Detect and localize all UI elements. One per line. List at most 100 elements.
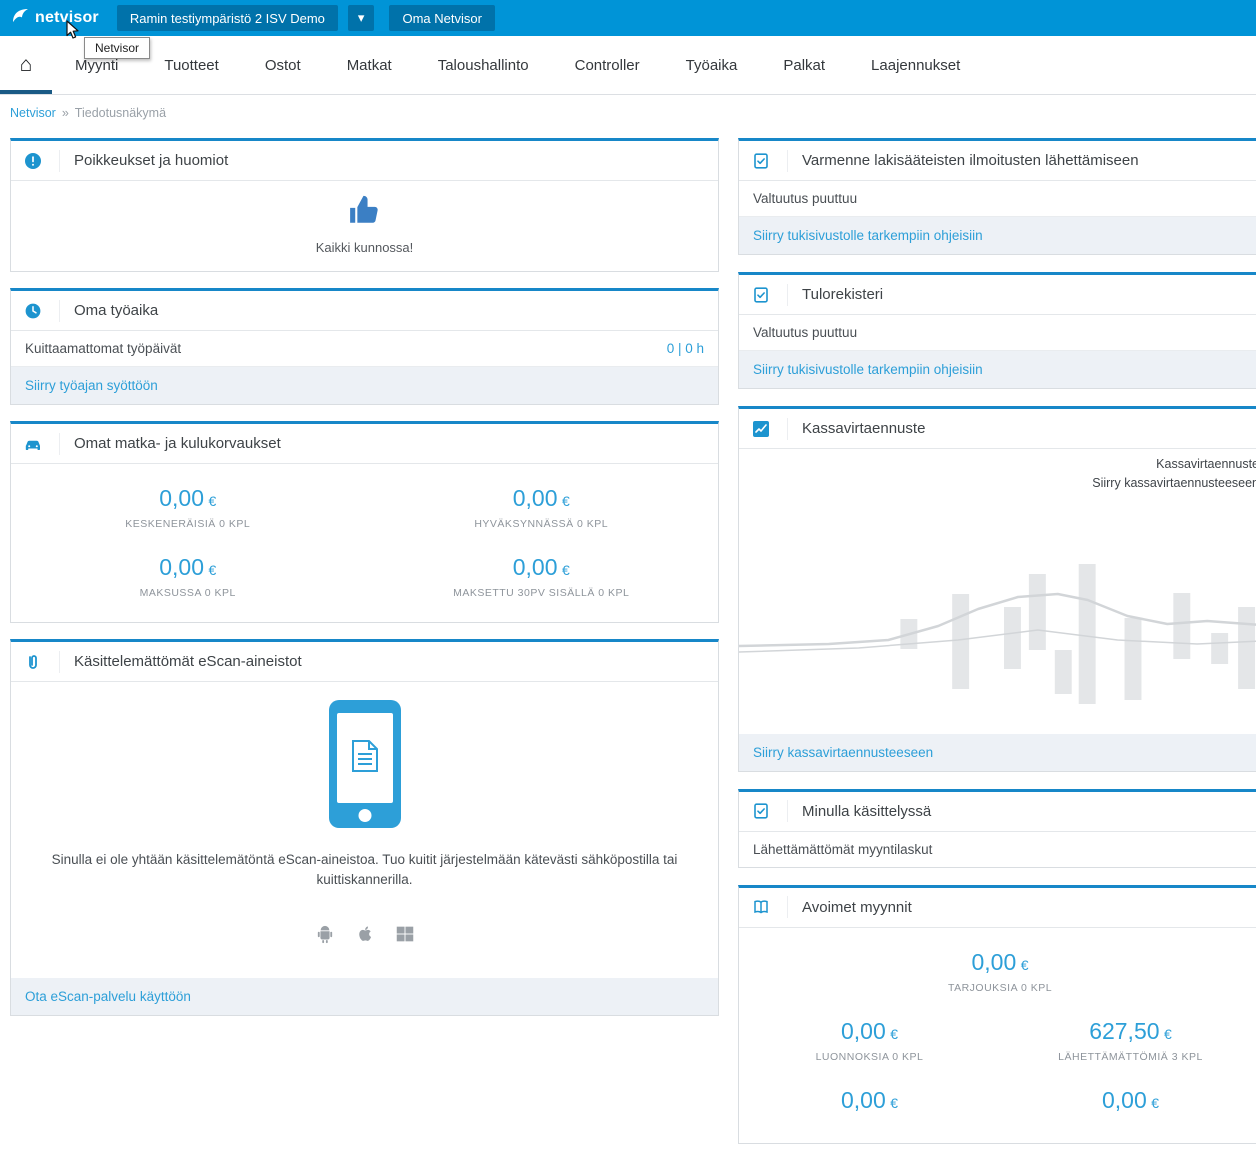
cashflow-chart-svg <box>739 563 1256 704</box>
clipboard-check-icon <box>752 800 788 823</box>
expenses-stats-grid: 0,00 € KESKENERÄISIÄ 0 KPL 0,00 € HYVÄKS… <box>11 464 718 622</box>
stat-value[interactable]: 0,00 <box>159 554 204 580</box>
phone-illustration <box>328 700 401 828</box>
tulorekisteri-status-row: Valtuutus puuttuu <box>739 315 1256 351</box>
phone-screen <box>336 713 393 803</box>
stat-unit: € <box>1151 1094 1159 1111</box>
right-column: Varmenne lakisääteisten ilmoitusten lähe… <box>738 138 1256 1161</box>
cashflow-link[interactable]: Siirry kassavirtaennusteeseen <box>753 745 933 760</box>
certificate-status-row: Valtuutus puuttuu <box>739 181 1256 217</box>
nav-item-laajennukset[interactable]: Laajennukset <box>848 36 983 94</box>
nav-item-taloushallinto[interactable]: Taloushallinto <box>415 36 552 94</box>
car-icon <box>24 432 60 455</box>
widget-certificate: Varmenne lakisääteisten ilmoitusten lähe… <box>738 138 1256 255</box>
stat-caption: LÄHETTÄMÄTTÖMIÄ 3 KPL <box>1058 1050 1203 1063</box>
tulorekisteri-support-link[interactable]: Siirry tukisivustolle tarkempiin ohjeisi… <box>753 362 983 377</box>
widget-escan-body: Sinulla ei ole yhtään käsittelemätöntä e… <box>11 700 718 950</box>
cashflow-legend: Kassavirtaennuste Siirry kassavirtaennus… <box>739 449 1256 494</box>
oma-netvisor-button[interactable]: Oma Netvisor <box>389 5 495 31</box>
tulorekisteri-status: Valtuutus puuttuu <box>753 325 858 340</box>
stat-value[interactable]: 0,00 <box>841 1087 886 1113</box>
nav-item-tyoaika[interactable]: Työaika <box>663 36 761 94</box>
environment-button[interactable]: Ramin testiympäristö 2 ISV Demo <box>116 5 338 31</box>
cashflow-legend-line1: Kassavirtaennuste <box>1156 457 1256 471</box>
windows-icon <box>394 923 416 950</box>
stat-value[interactable]: 0,00 <box>1102 1087 1147 1113</box>
paperclip-icon <box>24 650 60 673</box>
netvisor-logo[interactable]: netvisor <box>12 8 99 28</box>
widget-exceptions: Poikkeukset ja huomiot Kaikki kunnossa! <box>10 138 719 272</box>
nav-item-controller[interactable]: Controller <box>552 36 663 94</box>
widget-tulorekisteri-header: Tulorekisteri <box>739 275 1256 315</box>
widget-escan: Käsittelemättömät eScan-aineistot Sinull… <box>10 639 719 1016</box>
widget-expenses-header: Omat matka- ja kulukorvaukset <box>11 424 718 464</box>
breadcrumb-separator: » <box>61 106 69 120</box>
widget-title: Oma työaika <box>74 302 159 319</box>
escan-activate-link[interactable]: Ota eScan-palvelu käyttöön <box>25 989 191 1004</box>
cashflow-chart <box>739 494 1256 734</box>
widget-title: Käsittelemättömät eScan-aineistot <box>74 653 302 670</box>
stat-opensales-5: 0,00 € <box>1000 1074 1256 1131</box>
tulorekisteri-link-row: Siirry tukisivustolle tarkempiin ohjeisi… <box>739 351 1256 388</box>
widget-title: Kassavirtaennuste <box>802 420 926 437</box>
widget-exceptions-header: Poikkeukset ja huomiot <box>11 141 718 181</box>
stat-unit: € <box>208 493 217 509</box>
cashflow-legend-line2: Siirry kassavirtaennusteeseen <box>1092 476 1256 491</box>
stat-value[interactable]: 627,50 <box>1089 1018 1159 1044</box>
stat-caption: MAKSUSSA 0 KPL <box>139 587 236 599</box>
widget-tulorekisteri: Tulorekisteri Valtuutus puuttuu Siirry t… <box>738 272 1256 389</box>
stat-value[interactable]: 0,00 <box>513 485 558 511</box>
breadcrumb-root[interactable]: Netvisor <box>10 106 56 120</box>
main-nav: ⌂ Myynti Tuotteet Ostot Matkat Taloushal… <box>0 36 1256 95</box>
stat-value[interactable]: 0,00 <box>841 1018 886 1044</box>
escan-link-row: Ota eScan-palvelu käyttöön <box>11 977 718 1015</box>
android-icon <box>314 923 336 950</box>
stat-opensales-4: 0,00 € <box>739 1074 1000 1131</box>
widget-inprogress: Minulla käsittelyssä Lähettämättömät myy… <box>738 788 1256 868</box>
stat-hyvaksynnassa: 0,00 € HYVÄKSYNNÄSSÄ 0 KPL <box>365 472 719 541</box>
nav-home-tab[interactable]: ⌂ <box>0 36 52 94</box>
stat-value[interactable]: 0,00 <box>971 949 1016 975</box>
clock-icon <box>24 299 60 322</box>
phone-home-button <box>358 809 371 822</box>
widget-cashflow: Kassavirtaennuste Kassavirtaennuste Siir… <box>738 406 1256 772</box>
chart-icon <box>752 417 788 440</box>
widget-title: Omat matka- ja kulukorvaukset <box>74 435 281 452</box>
stat-unit: € <box>208 562 217 578</box>
nav-active-indicator <box>0 90 52 94</box>
stat-caption: LUONNOKSIA 0 KPL <box>815 1050 924 1063</box>
nav-item-tuotteet[interactable]: Tuotteet <box>141 36 241 94</box>
stat-caption: MAKSETTU 30PV SISÄLLÄ 0 KPL <box>453 587 630 599</box>
nav-item-ostot[interactable]: Ostot <box>242 36 324 94</box>
open-book-icon <box>752 896 788 919</box>
stat-value[interactable]: 0,00 <box>513 554 558 580</box>
stat-keskeneraisia: 0,00 € KESKENERÄISIÄ 0 KPL <box>11 472 365 541</box>
nav-item-matkat[interactable]: Matkat <box>324 36 415 94</box>
stat-unit: € <box>561 562 570 578</box>
environment-dropdown-button[interactable]: ▾ <box>347 5 375 31</box>
nav-item-palkat[interactable]: Palkat <box>760 36 848 94</box>
logo-tooltip: Netvisor <box>84 37 151 59</box>
worktime-entry-link[interactable]: Siirry työajan syöttöön <box>25 378 158 393</box>
widget-escan-header: Käsittelemättömät eScan-aineistot <box>11 642 718 682</box>
widget-title: Varmenne lakisääteisten ilmoitusten lähe… <box>802 152 1139 169</box>
widget-opensales: Avoimet myynnit 0,00 € TARJOUKSIA 0 KPL … <box>738 884 1256 1144</box>
left-column: Poikkeukset ja huomiot Kaikki kunnossa! … <box>10 138 719 1032</box>
breadcrumb-current: Tiedotusnäkymä <box>74 106 167 120</box>
widget-cashflow-header: Kassavirtaennuste <box>739 409 1256 449</box>
widget-title: Minulla käsittelyssä <box>802 802 932 820</box>
widget-certificate-header: Varmenne lakisääteisten ilmoitusten lähe… <box>739 141 1256 181</box>
certificate-support-link[interactable]: Siirry tukisivustolle tarkempiin ohjeisi… <box>753 228 983 243</box>
widget-title: Tulorekisteri <box>802 286 884 303</box>
widget-title: Poikkeukset ja huomiot <box>74 152 229 169</box>
stat-tarjouksia: 0,00 € TARJOUKSIA 0 KPL <box>739 936 1256 1005</box>
os-icons-row <box>11 923 718 950</box>
opensales-stats-grid: 0,00 € TARJOUKSIA 0 KPL 0,00 € LUONNOKSI… <box>739 928 1256 1143</box>
certificate-status: Valtuutus puuttuu <box>753 191 858 206</box>
worktime-row-value[interactable]: 0 | 0 h <box>667 341 704 356</box>
stat-value[interactable]: 0,00 <box>159 485 204 511</box>
stat-unit: € <box>1020 956 1029 973</box>
inprogress-row-label: Lähettämättömät myyntilaskut <box>753 841 933 857</box>
inprogress-row: Lähettämättömät myyntilaskut <box>739 832 1256 867</box>
widget-opensales-header: Avoimet myynnit <box>739 888 1256 928</box>
